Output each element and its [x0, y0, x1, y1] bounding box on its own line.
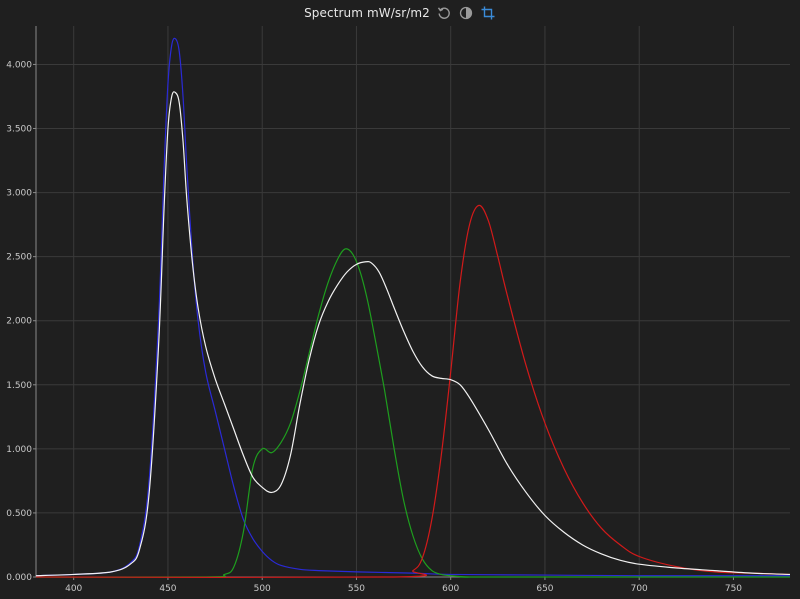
- chart-header: Spectrum mW/sr/m2: [0, 0, 800, 26]
- y-tick-label: 2.000: [6, 317, 32, 327]
- chart-title: Spectrum mW/sr/m2: [304, 6, 430, 20]
- y-tick-label: 4.000: [6, 60, 32, 70]
- x-tick-label: 500: [254, 584, 271, 594]
- y-tick-label: 0.000: [6, 573, 32, 583]
- chart-background: [0, 0, 800, 599]
- x-tick-label: 600: [442, 584, 459, 594]
- contrast-icon[interactable]: [458, 5, 474, 21]
- crop-icon[interactable]: [480, 5, 496, 21]
- x-tick-label: 700: [631, 584, 648, 594]
- x-tick-label: 400: [65, 584, 82, 594]
- x-tick-label: 650: [536, 584, 553, 594]
- y-tick-label: 0.500: [6, 509, 32, 519]
- x-tick-label: 450: [159, 584, 176, 594]
- reset-icon[interactable]: [436, 5, 452, 21]
- y-tick-label: 3.000: [6, 189, 32, 199]
- x-tick-label: 550: [348, 584, 365, 594]
- y-tick-label: 2.500: [6, 253, 32, 263]
- y-tick-label: 1.000: [6, 445, 32, 455]
- x-tick-label: 750: [725, 584, 742, 594]
- y-tick-label: 3.500: [6, 125, 32, 135]
- spectrum-chart[interactable]: 0.000 0.500 1.000 1.500 2.000 2.500 3.000 3.500…: [0, 0, 800, 599]
- y-tick-label: 1.500: [6, 381, 32, 391]
